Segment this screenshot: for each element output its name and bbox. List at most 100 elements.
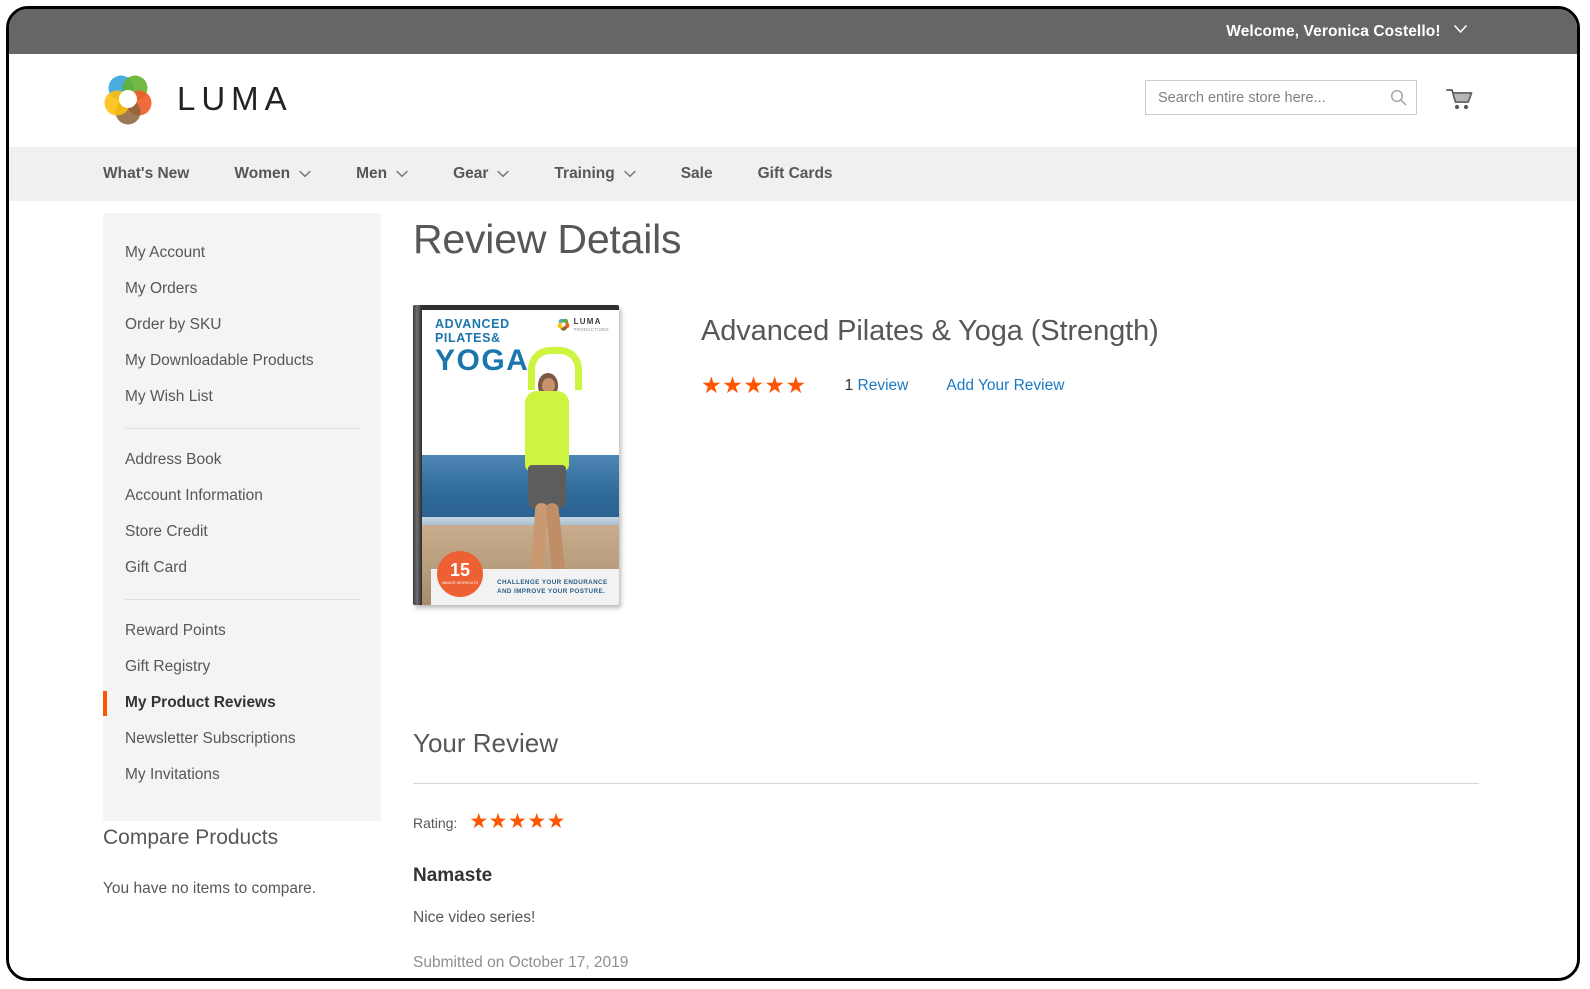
review-rating-stars: ★★★★★ (469, 810, 566, 833)
sidebar-item-label: Reward Points (125, 622, 226, 639)
add-your-review-link[interactable]: Add Your Review (946, 377, 1064, 395)
review-title: Namaste (413, 865, 493, 886)
sidebar-item-my-account[interactable]: My Account (103, 235, 381, 271)
nav-item-gift-cards[interactable]: Gift Cards (758, 165, 833, 183)
sidebar-item-newsletter-subscriptions[interactable]: Newsletter Subscriptions (103, 721, 381, 757)
product-rating-row: ★★★★★ 1 Review Add Your Review (701, 374, 1159, 397)
sidebar-item-label: My Downloadable Products (125, 352, 314, 369)
nav-label: Sale (680, 165, 713, 182)
shopping-cart-icon[interactable] (1443, 84, 1477, 114)
sidebar-item-label: My Orders (125, 280, 198, 297)
nav-item-women[interactable]: Women (234, 165, 311, 183)
sidebar-divider (125, 599, 359, 600)
review-count-link[interactable]: 1 Review (845, 377, 909, 395)
product-info: Advanced Pilates & Yoga (Strength) ★★★★★… (701, 305, 1159, 605)
nav-item-whats-new[interactable]: What's New (103, 165, 189, 183)
review-rating-line: Rating: ★★★★★ (413, 810, 1517, 833)
compare-products-block: Compare Products You have no items to co… (103, 826, 393, 898)
rating-label: Rating: (413, 814, 458, 831)
main-navigation: What's New Women Men Gear Training Sale … (9, 147, 1577, 201)
cover-badge: 15 MINUTE WORKOUTS (437, 551, 483, 597)
nav-label: Training (554, 165, 615, 182)
site-header: LUMA (9, 54, 1577, 147)
chevron-down-icon (497, 170, 510, 178)
cover-tagline: Increase your flexibility and tone core … (438, 418, 513, 434)
sidebar-item-store-credit[interactable]: Store Credit (103, 514, 381, 550)
logo-wordmark: LUMA (177, 80, 293, 117)
figure-torso (525, 391, 569, 471)
sidebar-item-my-downloadable-products[interactable]: My Downloadable Products (103, 343, 381, 379)
rating-stars: ★★★★★ (701, 372, 807, 398)
review-text: Nice video series! (413, 909, 536, 926)
your-review-section: Your Review Rating: ★★★★★ Namaste Nice v… (413, 728, 1517, 972)
top-panel: Welcome, Veronica Costello! (9, 9, 1577, 54)
cover-luma-logo: LUMA PRODUCTIONS (557, 318, 609, 332)
sidebar-item-label: Gift Card (125, 559, 188, 576)
review-count-label: Review (857, 376, 909, 394)
page-title: Review Details (413, 216, 682, 262)
review-count-number: 1 (844, 376, 854, 394)
nav-label: Gift Cards (757, 165, 833, 182)
cover-title-line1: ADVANCED (435, 317, 510, 331)
sidebar-item-my-product-reviews[interactable]: My Product Reviews (103, 685, 381, 721)
nav-item-gear[interactable]: Gear (453, 165, 510, 183)
your-review-title: Your Review (413, 728, 559, 758)
sidebar-item-reward-points[interactable]: Reward Points (103, 613, 381, 649)
sidebar-item-label: Store Credit (125, 523, 208, 540)
product-name: Advanced Pilates & Yoga (Strength) (701, 315, 1159, 347)
sidebar-item-label: My Product Reviews (125, 694, 276, 711)
sidebar-item-account-information[interactable]: Account Information (103, 478, 381, 514)
nav-item-training[interactable]: Training (554, 165, 636, 183)
nav-label: Women (234, 165, 291, 182)
main-content: Review Details ADVANCED PILATES& YOGA LU… (413, 201, 1517, 972)
product-image[interactable]: ADVANCED PILATES& YOGA LUMA PRODUCTIONS … (413, 305, 619, 605)
cover-footer-text: CHALLENGE YOUR ENDURANCE AND IMPROVE YOU… (497, 579, 608, 595)
search-bar[interactable] (1145, 80, 1417, 115)
cover-badge-sub: MINUTE WORKOUTS (442, 581, 478, 585)
nav-label: What's New (103, 165, 190, 182)
sidebar-divider (125, 428, 359, 429)
cover-title-line3: YOGA (435, 344, 530, 377)
sidebar-item-gift-registry[interactable]: Gift Registry (103, 649, 381, 685)
sidebar-item-address-book[interactable]: Address Book (103, 442, 381, 478)
nav-item-sale[interactable]: Sale (681, 165, 713, 183)
chevron-down-icon (396, 170, 408, 178)
welcome-text: Welcome, Veronica Costello! (1226, 22, 1441, 40)
chevron-down-icon (299, 170, 311, 178)
compare-products-title: Compare Products (103, 826, 279, 849)
cover-logo-sub: PRODUCTIONS (573, 326, 609, 332)
compare-products-empty-text: You have no items to compare. (103, 880, 317, 897)
sidebar-item-gift-card[interactable]: Gift Card (103, 550, 381, 586)
cover-title: ADVANCED PILATES& YOGA (435, 317, 530, 377)
welcome-message[interactable]: Welcome, Veronica Costello! (1226, 23, 1467, 41)
sidebar-item-label: Gift Registry (125, 658, 211, 675)
review-submitted-date: Submitted on October 17, 2019 (413, 954, 629, 971)
sidebar-item-order-by-sku[interactable]: Order by SKU (103, 307, 381, 343)
nav-label: Gear (453, 165, 489, 182)
page-body: My Account My Orders Order by SKU My Dow… (9, 201, 1577, 978)
product-summary: ADVANCED PILATES& YOGA LUMA PRODUCTIONS … (413, 305, 1517, 605)
section-divider (413, 783, 1479, 784)
sidebar-item-label: Address Book (125, 451, 222, 468)
sidebar-item-my-orders[interactable]: My Orders (103, 271, 381, 307)
dvd-spine (413, 305, 422, 605)
logo-link[interactable]: LUMA (101, 72, 293, 126)
sidebar-item-label: My Invitations (125, 766, 220, 783)
cover-badge-number: 15 (449, 560, 471, 580)
search-input[interactable] (1146, 81, 1380, 114)
sidebar-item-my-wish-list[interactable]: My Wish List (103, 379, 381, 415)
sidebar-item-label: My Wish List (125, 388, 213, 405)
account-sidebar: My Account My Orders Order by SKU My Dow… (103, 213, 381, 821)
cover-figure (508, 347, 586, 580)
search-icon[interactable] (1380, 81, 1416, 114)
sidebar-item-label: Newsletter Subscriptions (125, 730, 296, 747)
sidebar-item-my-invitations[interactable]: My Invitations (103, 757, 381, 793)
dvd-face: ADVANCED PILATES& YOGA LUMA PRODUCTIONS … (422, 305, 619, 605)
chevron-down-icon[interactable] (1454, 24, 1467, 34)
sidebar-item-label: My Account (125, 244, 206, 261)
figure-leg-right (545, 502, 566, 580)
cover-title-line2: PILATES& (435, 330, 501, 345)
nav-item-men[interactable]: Men (356, 165, 408, 183)
luma-logo-icon (101, 72, 155, 126)
figure-shorts (528, 465, 566, 509)
